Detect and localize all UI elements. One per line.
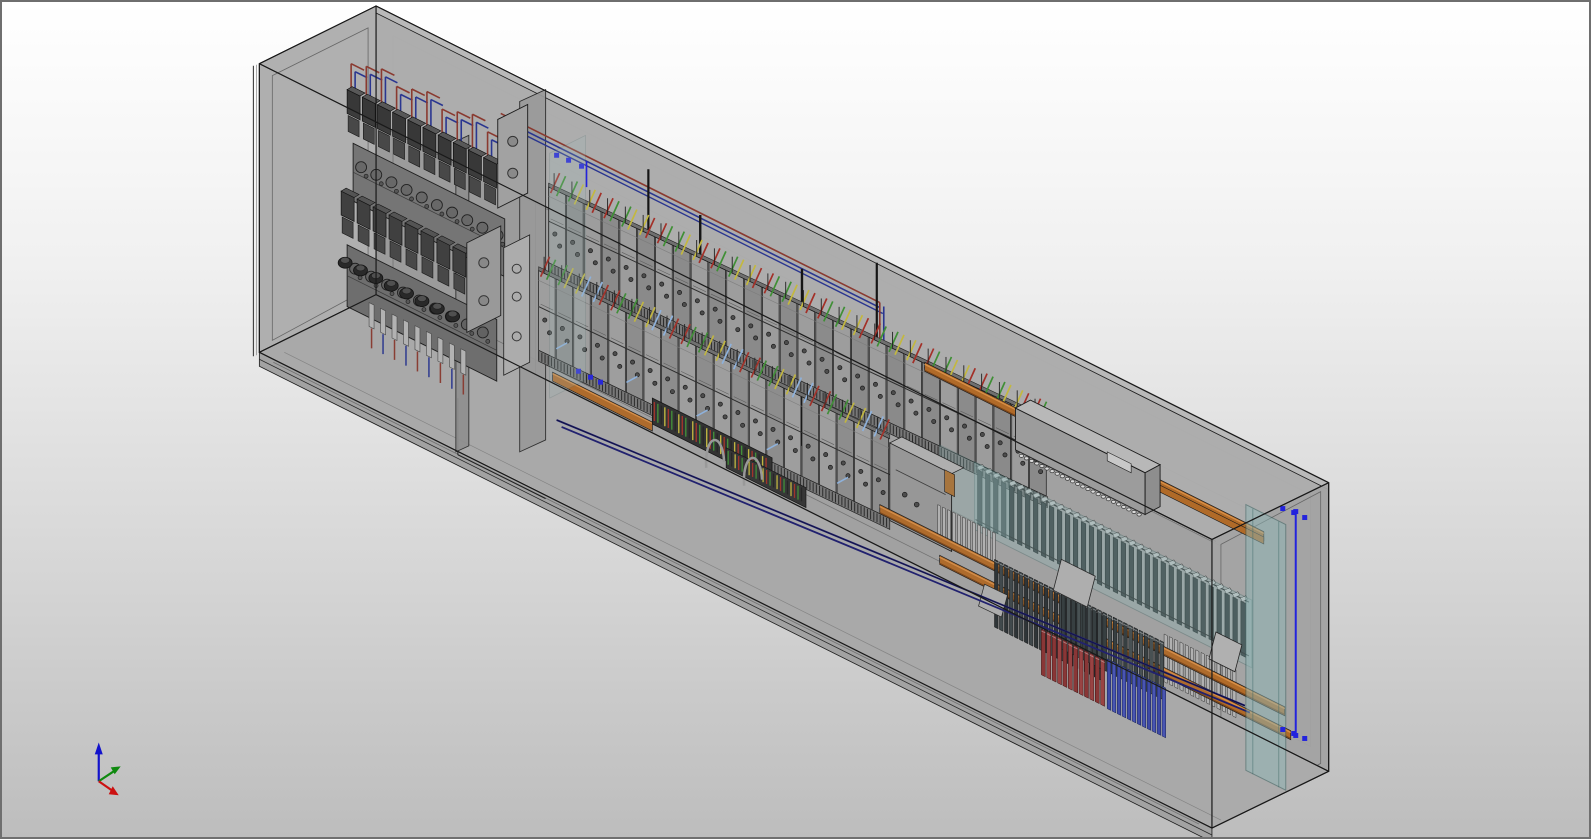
orientation-triad-icon: [95, 742, 121, 795]
cad-viewport[interactable]: [0, 0, 1591, 839]
3d-model-view[interactable]: [2, 2, 1589, 837]
